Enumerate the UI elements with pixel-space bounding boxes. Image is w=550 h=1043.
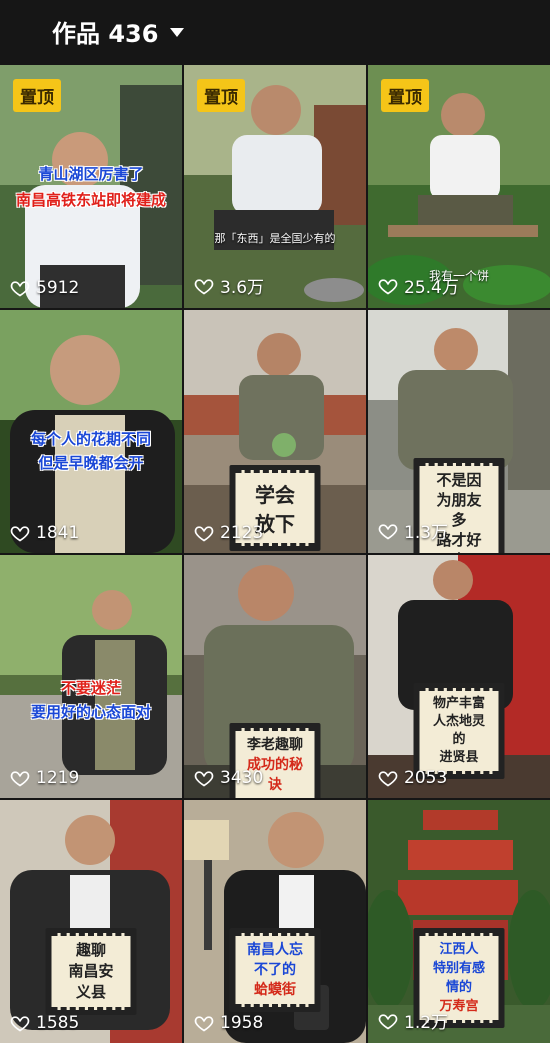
heart-icon [378,771,398,787]
like-count: 1219 [10,768,79,788]
caption-filmstrip: 物产丰富 人杰地灵的 进贤县 [413,683,505,779]
video-caption-line: 特别有感情的 [432,961,485,995]
like-count: 2053 [378,768,447,788]
video-tile-7[interactable]: 不要迷茫 要用好的心态面对 1219 [0,555,182,798]
video-caption-line: 但是早晚都会开 [38,454,144,472]
view-count: 3430 [220,768,264,788]
view-count: 1958 [220,1013,264,1033]
like-count: 1841 [10,523,79,543]
like-count: 3430 [194,768,263,788]
like-count: 1.2万 [378,1008,448,1033]
video-caption-line: 南昌安义县 [68,962,114,1001]
video-caption-line: 物产丰富 [432,696,485,711]
like-count: 1585 [10,1013,79,1033]
pinned-badge: 置顶 [381,79,429,112]
heart-icon [10,1016,30,1032]
pinned-badge: 置顶 [197,79,245,112]
view-count: 1.2万 [404,1013,449,1033]
view-count: 1585 [36,1013,80,1033]
view-count: 2123 [220,523,264,543]
video-tile-6[interactable]: 不是因为朋友多 路才好走 1.3万 [368,310,550,553]
video-tile-10[interactable]: 趣聊 南昌安义县 1585 [0,800,182,1043]
caption-filmstrip: 趣聊 南昌安义县 [45,928,137,1015]
like-count: 25.4万 [378,273,459,298]
pinned-badge: 置顶 [13,79,61,112]
video-caption-line: 每个人的花期不同 [30,430,151,448]
view-count: 1.3万 [404,523,449,543]
heart-icon [378,523,398,539]
view-count: 3.6万 [220,278,265,298]
caption-filmstrip: 南昌人忘不了的 蛤蟆街 [229,928,321,1012]
video-tile-1[interactable]: 置顶 青山湖区厉害了 南昌高铁东站即将建成 5912 [0,65,182,308]
view-count: 2053 [404,768,448,788]
video-caption-line: 要用好的心态面对 [30,703,151,721]
video-caption-line: 南昌高铁东站即将建成 [15,191,166,209]
video-caption-line: 李老趣聊 [247,737,303,753]
video-tile-2[interactable]: 置顶 那「东西」是全国少有的 3.6万 [184,65,366,308]
heart-icon [194,526,214,542]
video-grid: 置顶 青山湖区厉害了 南昌高铁东站即将建成 5912 置顶 那「东西」是全国少有… [0,65,550,1043]
video-caption-line: 江西人 [439,942,479,957]
video-caption-line: 蛤蟆街 [254,982,296,998]
video-tile-8[interactable]: 李老趣聊 成功的秘诀 3430 [184,555,366,798]
heart-icon [10,771,30,787]
like-count: 2123 [194,523,263,543]
video-tile-3[interactable]: 置顶 我有一个饼 25.4万 [368,65,550,308]
video-tile-11[interactable]: 南昌人忘不了的 蛤蟆街 1958 [184,800,366,1043]
video-caption-line: 趣聊 [75,941,106,959]
works-count-dropdown[interactable]: 作品 436 [52,14,185,49]
works-header: 作品 436 [0,0,550,63]
video-caption-line: 不要迷茫 [60,679,121,697]
heart-icon [378,278,398,294]
video-caption-line: 南昌人忘不了的 [247,942,303,978]
video-caption-line: 进贤县 [439,750,479,765]
heart-icon [10,281,30,297]
view-count: 1841 [36,523,80,543]
heart-icon [378,1013,398,1029]
heart-icon [194,1016,214,1032]
like-count: 1958 [194,1013,263,1033]
video-tile-12[interactable]: 江西人 特别有感情的 万寿宫 1.2万 [368,800,550,1043]
heart-icon [10,526,30,542]
video-tile-4[interactable]: 每个人的花期不同 但是早晚都会开 1841 [0,310,182,553]
video-tile-5[interactable]: 学会放下 2123 [184,310,366,553]
video-caption-line: 青山湖区厉害了 [38,165,144,183]
view-count: 25.4万 [404,278,459,298]
like-count: 3.6万 [194,273,264,298]
like-count: 1.3万 [378,518,448,543]
video-tile-9[interactable]: 物产丰富 人杰地灵的 进贤县 2053 [368,555,550,798]
video-caption-line: 那「东西」是全国少有的 [214,232,336,245]
view-count: 1219 [36,768,80,788]
heart-icon [194,771,214,787]
view-count: 5912 [36,278,80,298]
video-caption-line: 人杰地灵的 [432,714,485,747]
works-title: 作品 436 [52,20,159,48]
caret-down-icon [170,28,185,37]
like-count: 5912 [10,278,79,298]
heart-icon [194,278,214,294]
